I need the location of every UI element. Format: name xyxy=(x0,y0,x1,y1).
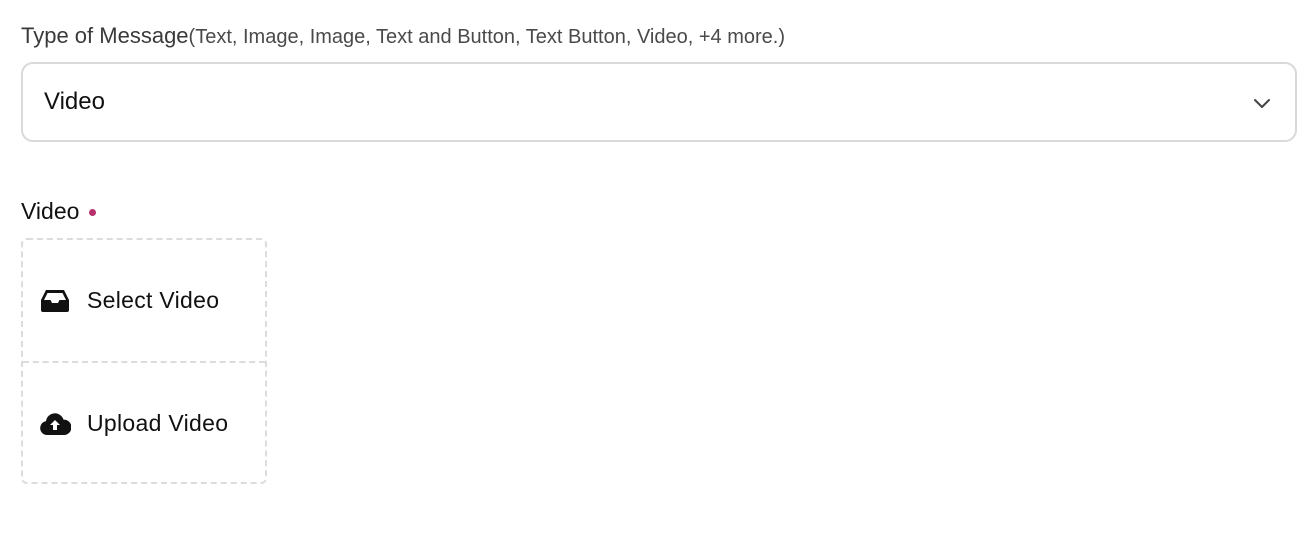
chevron-down-icon xyxy=(1254,99,1270,108)
message-type-select[interactable]: Video xyxy=(21,62,1297,142)
video-picker: Select Video Upload Video xyxy=(21,238,267,484)
video-field-label-text: Video xyxy=(21,198,80,224)
message-type-hint: (Text, Image, Image, Text and Button, Te… xyxy=(188,26,785,48)
select-video-button[interactable]: Select Video xyxy=(23,240,265,363)
message-type-label: Type of Message(Text, Image, Image, Text… xyxy=(21,22,785,51)
video-field-label: Video xyxy=(21,198,97,225)
form-container: Type of Message(Text, Image, Image, Text… xyxy=(0,0,1314,538)
select-video-label: Select Video xyxy=(87,287,220,313)
message-type-selected-value: Video xyxy=(44,88,105,115)
required-indicator xyxy=(89,209,97,216)
inbox-tray-icon xyxy=(39,288,71,314)
upload-video-label: Upload Video xyxy=(87,410,229,436)
upload-video-button[interactable]: Upload Video xyxy=(23,363,265,484)
message-type-label-text: Type of Message xyxy=(21,23,189,48)
cloud-upload-icon xyxy=(39,411,71,437)
